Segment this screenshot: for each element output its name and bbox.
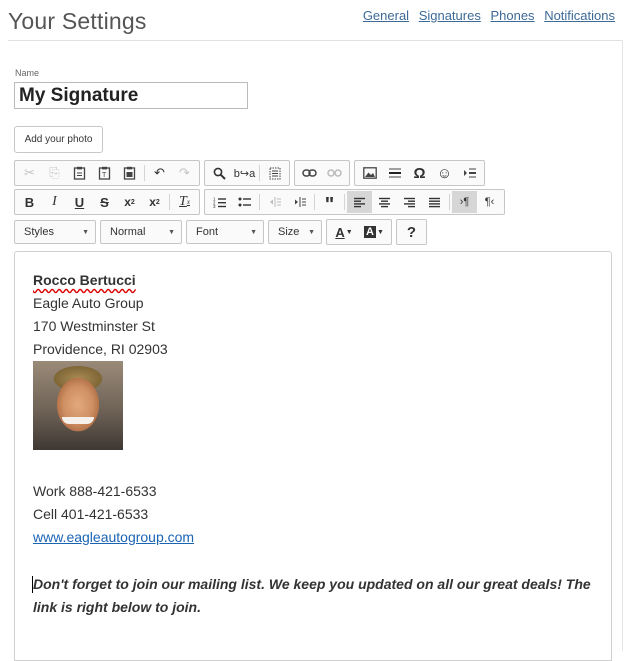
toolbar-row-3: Styles ▼ Normal ▼ Font ▼ Size ▼ A ▼ A ▼ ? [14, 219, 431, 245]
size-dropdown-label: Size [278, 226, 300, 238]
link-group [294, 160, 350, 186]
cut-icon[interactable]: ✂ [17, 162, 42, 184]
font-dropdown[interactable]: Font ▼ [186, 220, 264, 244]
nav-notifications[interactable]: Notifications [544, 8, 615, 23]
styles-dropdown[interactable]: Styles ▼ [14, 220, 96, 244]
toolbar-separator [314, 194, 315, 210]
chevron-down-icon: ▼ [345, 228, 353, 236]
paste-text-icon[interactable]: T [92, 162, 117, 184]
toolbar-row-2: B I U S x2 x2 Tx 123 " ›¶ ¶‹ [14, 188, 509, 216]
signature-photo [33, 361, 123, 450]
nav-phones[interactable]: Phones [490, 8, 534, 23]
signature-note: Don't forget to join our mailing list. W… [33, 576, 591, 615]
link-icon[interactable] [297, 162, 322, 184]
find-group: b↪a [204, 160, 290, 186]
rtl-direction-icon[interactable]: ¶‹ [477, 191, 502, 213]
toolbar-separator [169, 194, 170, 210]
special-character-icon[interactable]: Ω [407, 162, 432, 184]
find-icon[interactable] [207, 162, 232, 184]
format-dropdown-label: Normal [110, 226, 146, 238]
insert-group: Ω ☺ [354, 160, 485, 186]
toolbar-separator [344, 194, 345, 210]
size-dropdown[interactable]: Size ▼ [268, 220, 322, 244]
chevron-down-icon: ▼ [377, 228, 384, 236]
paste-word-icon[interactable] [117, 162, 142, 184]
underline-icon[interactable]: U [67, 191, 92, 213]
signature-city: Providence, RI 02903 [33, 341, 168, 357]
chevron-down-icon: ▼ [250, 228, 257, 236]
toolbar-separator [259, 165, 260, 181]
panel-border [622, 40, 623, 651]
nav-general[interactable]: General [363, 8, 409, 23]
nav-signatures[interactable]: Signatures [419, 8, 481, 23]
copy-icon[interactable]: ⎘ [42, 162, 67, 184]
header-divider [8, 40, 623, 41]
indent-icon[interactable] [287, 191, 312, 213]
font-dropdown-label: Font [196, 226, 219, 238]
ltr-direction-icon[interactable]: ›¶ [452, 191, 477, 213]
add-photo-button[interactable]: Add your photo [14, 126, 103, 153]
chevron-down-icon: ▼ [168, 228, 175, 236]
signature-work-phone: Work 888-421-6533 [33, 483, 157, 499]
svg-text:3: 3 [213, 204, 216, 208]
help-icon[interactable]: ? [399, 221, 424, 243]
smiley-icon[interactable]: ☺ [432, 162, 457, 184]
background-color-icon: A [364, 226, 376, 238]
redo-icon[interactable]: ↷ [172, 162, 197, 184]
align-center-icon[interactable] [372, 191, 397, 213]
format-dropdown[interactable]: Normal ▼ [100, 220, 182, 244]
justify-icon[interactable] [422, 191, 447, 213]
text-cursor [32, 576, 33, 593]
styles-dropdown-label: Styles [24, 226, 54, 238]
toolbar-separator [449, 194, 450, 210]
paragraph-group: 123 " ›¶ ¶‹ [204, 188, 505, 216]
chevron-down-icon: ▼ [82, 228, 89, 236]
name-input[interactable] [14, 82, 248, 109]
signature-website-link[interactable]: www.eagleautogroup.com [33, 529, 194, 545]
image-icon[interactable] [357, 162, 382, 184]
outdent-icon[interactable] [262, 191, 287, 213]
help-group: ? [396, 219, 427, 245]
horizontal-line-icon[interactable] [382, 162, 407, 184]
align-right-icon[interactable] [397, 191, 422, 213]
toolbar-separator [144, 165, 145, 181]
numbered-list-icon[interactable]: 123 [207, 191, 232, 213]
text-color-icon: A [335, 224, 345, 240]
strikethrough-icon[interactable]: S [92, 191, 117, 213]
signature-company: Eagle Auto Group [33, 295, 144, 311]
chevron-down-icon: ▼ [308, 228, 315, 236]
settings-nav: General Signatures Phones Notifications [357, 8, 615, 23]
subscript-icon[interactable]: x2 [117, 191, 142, 213]
italic-icon[interactable]: I [42, 191, 67, 213]
undo-icon[interactable]: ↶ [147, 162, 172, 184]
signature-name: Rocco Bertucci [33, 272, 136, 288]
color-group: A ▼ A ▼ [326, 219, 392, 245]
replace-icon[interactable]: b↪a [232, 162, 257, 184]
page-break-icon[interactable] [457, 162, 482, 184]
basic-styles-group: B I U S x2 x2 Tx [14, 189, 200, 215]
select-all-icon[interactable] [262, 162, 287, 184]
name-label: Name [15, 68, 40, 78]
toolbar-separator [259, 194, 260, 210]
toolbar-row-1: ✂ ⎘ T ↶ ↷ b↪a Ω ☺ [14, 160, 489, 186]
signature-street: 170 Westminster St [33, 318, 155, 334]
unlink-icon[interactable] [322, 162, 347, 184]
svg-text:T: T [102, 172, 107, 179]
blockquote-icon[interactable]: " [317, 188, 342, 216]
paste-icon[interactable] [67, 162, 92, 184]
text-color-button[interactable]: A ▼ [329, 221, 359, 243]
bulleted-list-icon[interactable] [232, 191, 257, 213]
clipboard-group: ✂ ⎘ T ↶ ↷ [14, 160, 200, 186]
superscript-icon[interactable]: x2 [142, 191, 167, 213]
page-title: Your Settings [8, 8, 147, 34]
signature-cell-phone: Cell 401-421-6533 [33, 506, 149, 522]
bold-icon[interactable]: B [17, 191, 42, 213]
align-left-icon[interactable] [347, 191, 372, 213]
remove-format-icon[interactable]: Tx [172, 191, 197, 213]
background-color-button[interactable]: A ▼ [359, 221, 389, 243]
